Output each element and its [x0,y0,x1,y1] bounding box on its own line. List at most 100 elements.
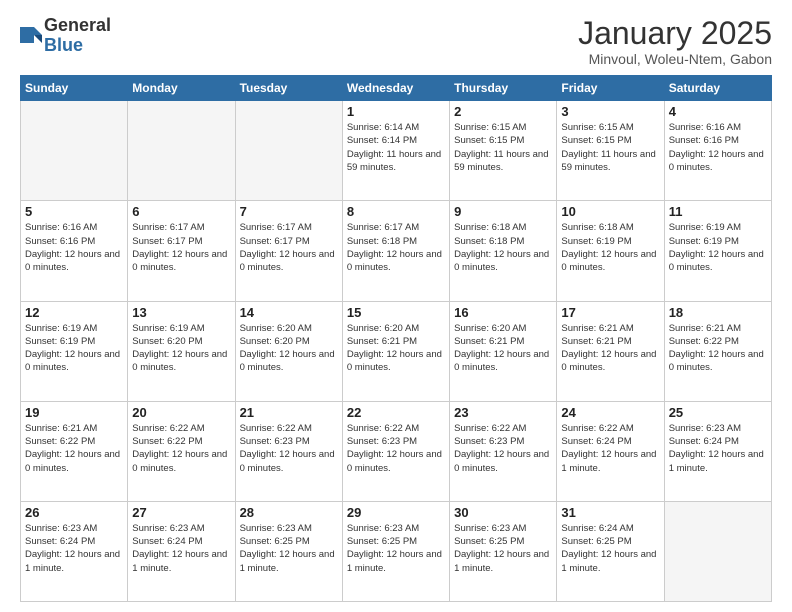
day-cell: 6 Sunrise: 6:17 AM Sunset: 6:17 PM Daylig… [128,201,235,301]
day-info: Sunrise: 6:21 AM Sunset: 6:22 PM Dayligh… [669,322,767,375]
day-of-week-header: Wednesday [342,76,449,101]
subtitle: Minvoul, Woleu-Ntem, Gabon [578,51,772,67]
day-info: Sunrise: 6:17 AM Sunset: 6:17 PM Dayligh… [132,221,230,274]
day-cell: 5 Sunrise: 6:16 AM Sunset: 6:16 PM Daylig… [21,201,128,301]
day-number: 26 [25,505,123,520]
day-cell: 16Sunrise: 6:20 AM Sunset: 6:21 PM Dayli… [450,301,557,401]
day-info: Sunrise: 6:20 AM Sunset: 6:20 PM Dayligh… [240,322,338,375]
day-info: Sunrise: 6:22 AM Sunset: 6:22 PM Dayligh… [132,422,230,475]
day-cell: 18Sunrise: 6:21 AM Sunset: 6:22 PM Dayli… [664,301,771,401]
day-cell: 9Sunrise: 6:18 AM Sunset: 6:18 PM Daylig… [450,201,557,301]
day-number: 10 [561,204,659,219]
day-number: 31 [561,505,659,520]
day-cell: 11 Sunrise: 6:19 AM Sunset: 6:19 PM Dayli… [664,201,771,301]
day-info: Sunrise: 6:20 AM Sunset: 6:21 PM Dayligh… [454,322,552,375]
day-cell: 17Sunrise: 6:21 AM Sunset: 6:21 PM Dayli… [557,301,664,401]
day-info: Sunrise: 6:23 AM Sunset: 6:24 PM Dayligh… [132,522,230,575]
day-number: 25 [669,405,767,420]
day-cell: 12 Sunrise: 6:19 AM Sunset: 6:19 PM Dayli… [21,301,128,401]
day-cell: 7 Sunrise: 6:17 AM Sunset: 6:17 PM Daylig… [235,201,342,301]
day-cell: 19 Sunrise: 6:21 AM Sunset: 6:22 PM Dayli… [21,401,128,501]
day-number: 6 [132,204,230,219]
day-info: Sunrise: 6:24 AM Sunset: 6:25 PM Dayligh… [561,522,659,575]
day-number: 2 [454,104,552,119]
day-info: Sunrise: 6:21 AM Sunset: 6:21 PM Dayligh… [561,322,659,375]
day-cell [128,101,235,201]
day-info: Sunrise: 6:17 AM Sunset: 6:18 PM Dayligh… [347,221,445,274]
day-cell [235,101,342,201]
day-number: 28 [240,505,338,520]
logo: General Blue [20,16,111,56]
day-info: Sunrise: 6:23 AM Sunset: 6:25 PM Dayligh… [240,522,338,575]
day-info: Sunrise: 6:15 AM Sunset: 6:15 PM Dayligh… [561,121,659,174]
logo-icon [20,25,42,47]
day-cell: 15 Sunrise: 6:20 AM Sunset: 6:21 PM Dayli… [342,301,449,401]
header: General Blue January 2025 Minvoul, Woleu… [20,16,772,67]
day-number: 22 [347,405,445,420]
day-info: Sunrise: 6:15 AM Sunset: 6:15 PM Dayligh… [454,121,552,174]
day-number: 23 [454,405,552,420]
day-info: Sunrise: 6:22 AM Sunset: 6:23 PM Dayligh… [454,422,552,475]
day-cell: 1 Sunrise: 6:14 AM Sunset: 6:14 PM Daylig… [342,101,449,201]
day-info: Sunrise: 6:16 AM Sunset: 6:16 PM Dayligh… [669,121,767,174]
day-number: 13 [132,305,230,320]
day-number: 3 [561,104,659,119]
day-number: 24 [561,405,659,420]
logo-blue-text: Blue [44,36,111,56]
day-number: 7 [240,204,338,219]
day-number: 27 [132,505,230,520]
week-row: 26 Sunrise: 6:23 AM Sunset: 6:24 PM Dayli… [21,501,772,601]
day-info: Sunrise: 6:19 AM Sunset: 6:19 PM Dayligh… [25,322,123,375]
day-cell: 28 Sunrise: 6:23 AM Sunset: 6:25 PM Dayli… [235,501,342,601]
day-number: 4 [669,104,767,119]
day-cell: 23 Sunrise: 6:22 AM Sunset: 6:23 PM Dayli… [450,401,557,501]
calendar-body: 1 Sunrise: 6:14 AM Sunset: 6:14 PM Daylig… [21,101,772,602]
day-info: Sunrise: 6:23 AM Sunset: 6:25 PM Dayligh… [454,522,552,575]
day-cell: 2 Sunrise: 6:15 AM Sunset: 6:15 PM Daylig… [450,101,557,201]
day-info: Sunrise: 6:22 AM Sunset: 6:24 PM Dayligh… [561,422,659,475]
day-number: 1 [347,104,445,119]
day-cell: 20Sunrise: 6:22 AM Sunset: 6:22 PM Dayli… [128,401,235,501]
day-info: Sunrise: 6:14 AM Sunset: 6:14 PM Dayligh… [347,121,445,174]
day-number: 12 [25,305,123,320]
day-cell: 4 Sunrise: 6:16 AM Sunset: 6:16 PM Daylig… [664,101,771,201]
day-info: Sunrise: 6:19 AM Sunset: 6:19 PM Dayligh… [669,221,767,274]
day-number: 8 [347,204,445,219]
day-number: 21 [240,405,338,420]
day-info: Sunrise: 6:23 AM Sunset: 6:24 PM Dayligh… [25,522,123,575]
day-info: Sunrise: 6:18 AM Sunset: 6:19 PM Dayligh… [561,221,659,274]
day-number: 30 [454,505,552,520]
calendar-header: SundayMondayTuesdayWednesdayThursdayFrid… [21,76,772,101]
logo-text: General Blue [44,16,111,56]
day-info: Sunrise: 6:16 AM Sunset: 6:16 PM Dayligh… [25,221,123,274]
day-cell: 14 Sunrise: 6:20 AM Sunset: 6:20 PM Dayli… [235,301,342,401]
day-of-week-header: Friday [557,76,664,101]
week-row: 12 Sunrise: 6:19 AM Sunset: 6:19 PM Dayli… [21,301,772,401]
week-row: 1 Sunrise: 6:14 AM Sunset: 6:14 PM Daylig… [21,101,772,201]
title-block: January 2025 Minvoul, Woleu-Ntem, Gabon [578,16,772,67]
day-cell: 24 Sunrise: 6:22 AM Sunset: 6:24 PM Dayli… [557,401,664,501]
day-info: Sunrise: 6:23 AM Sunset: 6:24 PM Dayligh… [669,422,767,475]
day-number: 15 [347,305,445,320]
day-info: Sunrise: 6:21 AM Sunset: 6:22 PM Dayligh… [25,422,123,475]
day-cell: 30 Sunrise: 6:23 AM Sunset: 6:25 PM Dayli… [450,501,557,601]
day-cell: 10 Sunrise: 6:18 AM Sunset: 6:19 PM Dayli… [557,201,664,301]
page: General Blue January 2025 Minvoul, Woleu… [0,0,792,612]
logo-general-text: General [44,16,111,36]
day-of-week-header: Saturday [664,76,771,101]
week-row: 19 Sunrise: 6:21 AM Sunset: 6:22 PM Dayli… [21,401,772,501]
month-title: January 2025 [578,16,772,51]
day-cell: 25 Sunrise: 6:23 AM Sunset: 6:24 PM Dayli… [664,401,771,501]
day-cell: 13Sunrise: 6:19 AM Sunset: 6:20 PM Dayli… [128,301,235,401]
day-of-week-header: Thursday [450,76,557,101]
day-cell: 29Sunrise: 6:23 AM Sunset: 6:25 PM Dayli… [342,501,449,601]
day-number: 19 [25,405,123,420]
day-info: Sunrise: 6:20 AM Sunset: 6:21 PM Dayligh… [347,322,445,375]
day-number: 11 [669,204,767,219]
week-row: 5 Sunrise: 6:16 AM Sunset: 6:16 PM Daylig… [21,201,772,301]
day-info: Sunrise: 6:17 AM Sunset: 6:17 PM Dayligh… [240,221,338,274]
day-number: 5 [25,204,123,219]
day-info: Sunrise: 6:18 AM Sunset: 6:18 PM Dayligh… [454,221,552,274]
day-info: Sunrise: 6:22 AM Sunset: 6:23 PM Dayligh… [240,422,338,475]
day-number: 14 [240,305,338,320]
